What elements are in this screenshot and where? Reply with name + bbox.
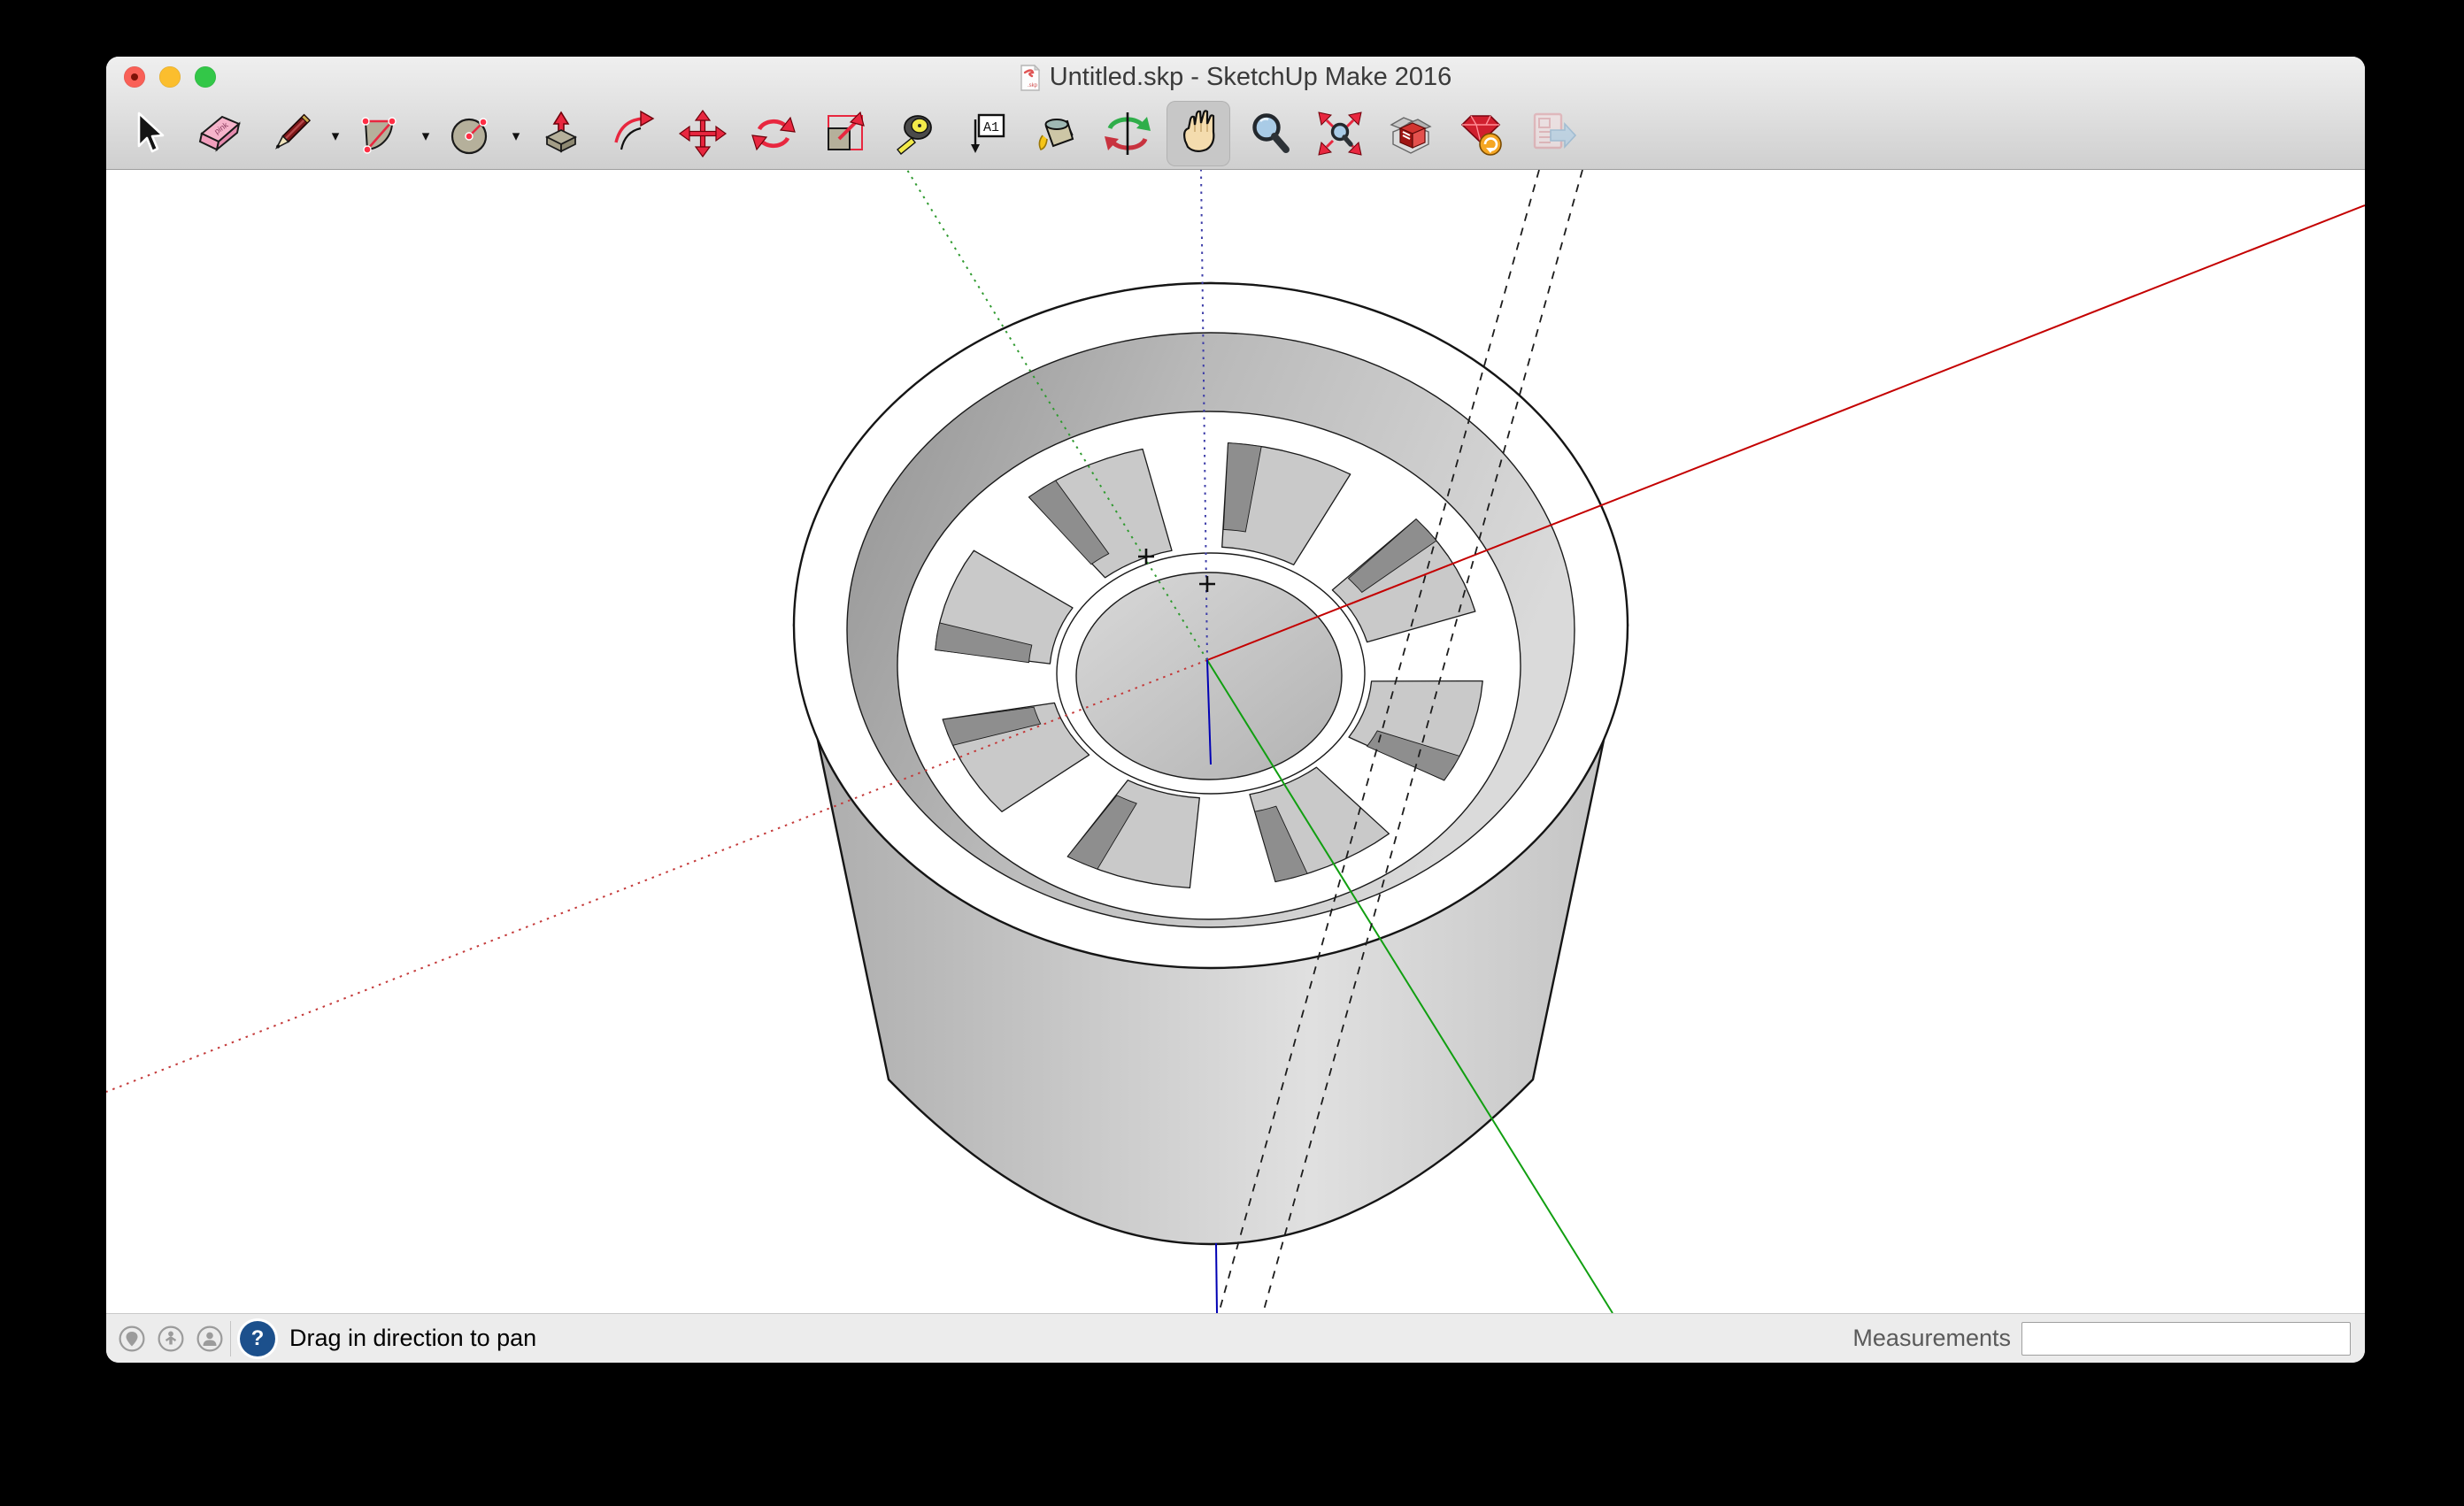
tool-send-to-layout[interactable] [1521,101,1584,166]
toolbar: pink ▾ [106,97,2365,170]
zoom-extents-icon [1315,109,1365,158]
eraser-icon: pink [195,109,244,158]
arc-icon [356,109,405,158]
measurements-label: Measurements [1852,1325,2011,1352]
tool-orbit[interactable] [1096,101,1159,166]
status-hint: Drag in direction to pan [289,1325,536,1352]
statusbar-divider [230,1321,231,1356]
tool-zoom-extents[interactable] [1308,101,1372,166]
statusbar: ? Drag in direction to pan Measurements [106,1313,2365,1363]
minimize-button[interactable] [159,66,181,88]
tool-push-pull[interactable] [529,101,593,166]
titlebar[interactable]: .skp Untitled.skp - SketchUp Make 2016 [106,57,2365,97]
help-icon[interactable]: ? [240,1321,275,1356]
tool-move[interactable] [671,101,735,166]
send-to-layout-icon [1528,109,1577,158]
desktop: { "window": { "title": "Untitled.skp - S… [0,0,2464,1506]
tool-rotate[interactable] [742,101,805,166]
text-icon: A1 [961,109,1011,158]
measurements-input[interactable] [2021,1322,2351,1356]
window-chrome: .skp Untitled.skp - SketchUp Make 2016 p… [106,57,2365,170]
arc-dropdown-arrow[interactable]: ▾ [420,122,432,145]
tool-get-models[interactable] [1379,101,1443,166]
push-pull-icon [536,109,586,158]
circle-dropdown-arrow[interactable]: ▾ [510,122,522,145]
tape-measure-icon [890,109,940,158]
blue-axis-solid-lower [1216,1243,1217,1313]
zoom-button[interactable] [195,66,216,88]
tool-follow-me[interactable] [600,101,664,166]
text-sample: A1 [983,120,999,135]
tool-select[interactable] [117,101,181,166]
pan-hand-icon [1174,109,1223,158]
sketchup-window: .skp Untitled.skp - SketchUp Make 2016 p… [106,57,2365,1363]
orbit-icon [1103,109,1152,158]
tool-arc[interactable] [349,101,412,166]
scale-icon [820,109,869,158]
select-cursor-icon [124,109,173,158]
document-edited-dot [131,73,138,81]
tool-circle[interactable] [439,101,503,166]
tool-paint-bucket[interactable] [1025,101,1089,166]
tool-scale[interactable] [812,101,876,166]
modeling-viewport[interactable] [106,170,2365,1313]
paint-bucket-icon [1032,109,1082,158]
share-model-icon [1457,109,1506,158]
skp-badge: .skp [1028,83,1038,88]
tool-eraser[interactable]: pink [188,101,251,166]
account-icon[interactable] [196,1325,223,1352]
rotate-icon [749,109,798,158]
window-title: Untitled.skp - SketchUp Make 2016 [1050,63,1452,92]
traffic-lights [124,66,216,88]
document-icon: .skp [1020,65,1041,91]
line-dropdown-arrow[interactable]: ▾ [329,122,342,145]
tool-text[interactable]: A1 [954,101,1018,166]
zoom-icon [1244,109,1294,158]
claim-credit-icon[interactable] [158,1325,184,1352]
circle-icon [446,109,496,158]
tool-share-model[interactable] [1450,101,1513,166]
follow-me-icon [607,109,657,158]
get-models-icon [1386,109,1436,158]
tool-zoom[interactable] [1237,101,1301,166]
tool-line[interactable] [258,101,322,166]
geo-location-icon[interactable] [119,1325,145,1352]
close-button[interactable] [124,66,145,88]
move-icon [678,109,728,158]
pencil-icon [266,109,315,158]
scene-canvas[interactable] [106,170,2365,1313]
tool-pan[interactable] [1167,101,1230,166]
tool-tape-measure[interactable] [883,101,947,166]
